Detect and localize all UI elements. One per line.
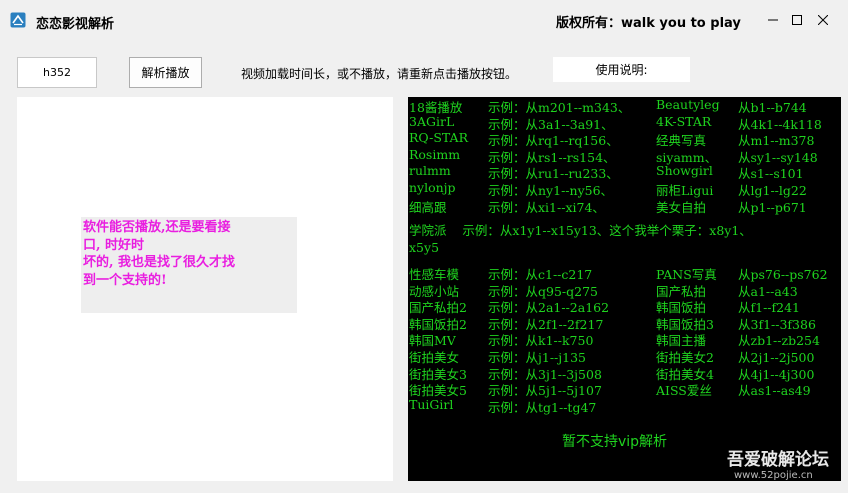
- close-button[interactable]: [808, 6, 838, 34]
- console-cell: Rosimm: [409, 146, 461, 162]
- console-cell: 示例：从xi1--xi74、: [488, 199, 605, 215]
- console-cell: AISS爱丝: [656, 383, 712, 399]
- watermark-title: 吾爱破解论坛: [727, 450, 829, 470]
- console-cell: rulmm: [409, 163, 451, 179]
- play-button[interactable]: 解析播放: [129, 57, 202, 88]
- copyright-text: 版权所有：walk you to play: [556, 16, 741, 31]
- usage-console: 18酱播放 示例：从m201--m343、 Beautyleg 从b1--b744 3A…: [408, 97, 841, 481]
- note-text: 软件能否播放,还是要看接 口, 时好时 坏的, 我也是找了很久才找 到一个支持的…: [83, 220, 236, 288]
- close-icon: [818, 15, 828, 25]
- vip-notice: 暂不支持vip解析: [562, 434, 668, 450]
- window-title: 恋恋影视解析: [36, 17, 115, 32]
- console-cell: 示例：从tg1--tg47: [488, 399, 597, 415]
- usage-label: 使用说明:: [553, 57, 690, 82]
- console-cell: 细高跟: [409, 199, 447, 215]
- console-cell: nylonjp: [409, 180, 456, 195]
- console-cell: TuiGirl: [409, 396, 454, 412]
- console-cell: Beautyleg: [656, 97, 720, 112]
- console-cell: 从p1--p671: [738, 199, 807, 215]
- title-bar: 恋恋影视解析 版权所有：walk you to play: [0, 0, 848, 42]
- app-logo-icon: [10, 12, 26, 28]
- console-line: x5y5: [409, 240, 440, 255]
- maximize-icon: [792, 15, 802, 25]
- console-cell: Showgirl: [656, 163, 713, 179]
- notice-text: 视频加载时间长，或不播放，请重新点击播放按钮。: [241, 67, 518, 81]
- console-cell: 4K-STAR: [656, 113, 712, 129]
- url-input[interactable]: [17, 57, 97, 88]
- minimize-icon: [768, 19, 778, 21]
- console-cell: 从as1--as49: [738, 383, 811, 399]
- watermark-url: www.52pojie.cn: [734, 470, 813, 481]
- console-line: 学院派 示例：从x1y1--x15y13、这个我举个栗子：x8y1、: [409, 223, 752, 238]
- console-cell: RQ-STAR: [409, 130, 468, 146]
- console-cell: 3AGirL: [409, 113, 455, 129]
- console-cell: 美女自拍: [656, 199, 707, 215]
